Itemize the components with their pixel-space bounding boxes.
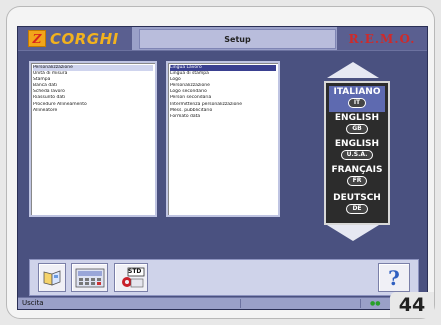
remo-logo: R.E.M.O. (337, 27, 427, 50)
help-button[interactable]: ? (378, 263, 410, 292)
app-screen: Z CORGHI Setup R.E.M.O. Personalizzazion… (17, 26, 428, 310)
status-bar: Uscita ●● (18, 297, 427, 309)
language-option[interactable]: DEUTSCH DE (326, 193, 388, 214)
language-name: ITALIANO (333, 87, 381, 97)
language-name: FRANÇAIS (331, 165, 383, 175)
language-list[interactable]: ITALIANO IT ENGLISH GB ENGLISH U.S.A. FRANÇAIS… (324, 81, 390, 225)
language-option[interactable]: FRANÇAIS FR (326, 165, 388, 186)
top-bar: Z CORGHI Setup R.E.M.O. (18, 27, 427, 51)
option-list: Lingua Lavoro Lingua di stampa Logo Persona… (168, 63, 278, 120)
settings-category-list[interactable]: Personalizzazione Unità di misura Stampa Ba… (29, 61, 157, 217)
language-code-badge: IT (347, 98, 367, 108)
status-indicator: ●● (370, 300, 381, 307)
status-divider (360, 299, 361, 308)
language-code-badge: U.S.A. (340, 150, 374, 160)
status-divider (240, 299, 241, 308)
language-option[interactable]: ENGLISH U.S.A. (326, 139, 388, 160)
bottom-toolbar: STD ? (29, 259, 419, 296)
page-number: 44 (390, 292, 434, 318)
language-code-badge: GB (346, 124, 368, 134)
corghi-logo-text: CORGHI (50, 29, 119, 48)
language-name: ENGLISH (334, 139, 380, 149)
corghi-logo-mark: Z (28, 30, 46, 47)
corghi-logo: Z CORGHI (18, 27, 132, 50)
language-code-badge: FR (346, 176, 368, 186)
std-label: STD (128, 268, 142, 275)
language-code-badge: DE (346, 204, 368, 214)
help-icon: ? (388, 265, 400, 290)
language-selector: ITALIANO IT ENGLISH GB ENGLISH U.S.A. FRANÇAIS… (318, 62, 390, 241)
scroll-up-arrow-icon[interactable] (327, 62, 379, 78)
language-option[interactable]: ITALIANO IT (326, 87, 388, 108)
database-button[interactable] (71, 263, 108, 292)
calculator-icon (75, 268, 104, 287)
status-exit-label: Uscita (22, 299, 44, 307)
language-name: DEUTSCH (333, 193, 381, 203)
manual-button[interactable] (38, 263, 66, 292)
language-name: ENGLISH (334, 113, 380, 123)
settings-option-list[interactable]: Lingua Lavoro Lingua di stampa Logo Persona… (166, 61, 280, 217)
scroll-down-arrow-icon[interactable] (327, 225, 379, 241)
language-option[interactable]: ENGLISH GB (326, 113, 388, 134)
option-list-item[interactable]: Formato data (170, 114, 276, 120)
page-title: Setup (139, 29, 336, 49)
book-icon (43, 269, 61, 286)
standard-settings-button[interactable]: STD (114, 263, 148, 292)
category-list: Personalizzazione Unità di misura Stampa Ba… (31, 63, 155, 114)
category-list-item[interactable]: Allineatore (33, 108, 153, 114)
